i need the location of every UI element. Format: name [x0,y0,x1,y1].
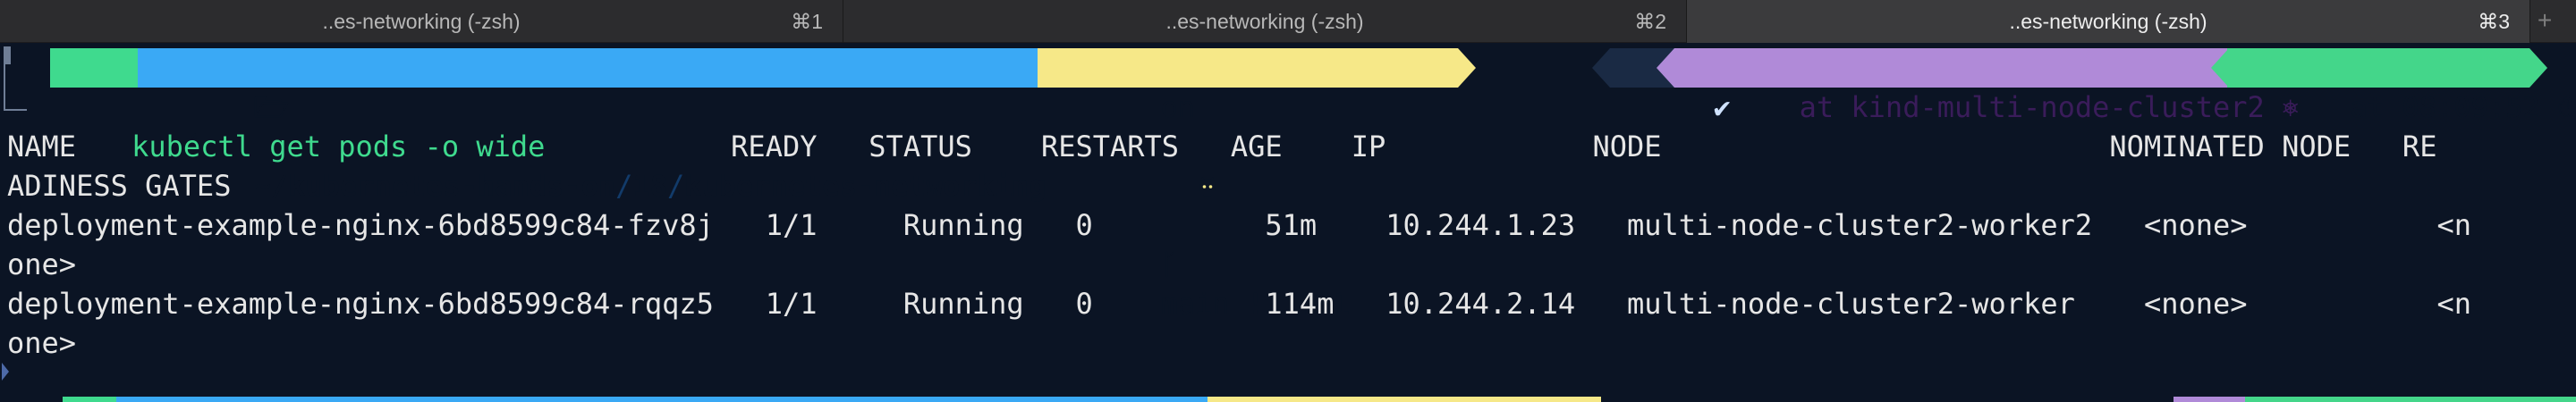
output-line: one> [7,247,77,281]
prompt-line: 🗁 ~/kubernetes-hands-on/18/kubernetes-ne… [0,48,2576,321]
segment-separator [1458,48,1476,88]
segment-separator [1657,48,1674,88]
segment-separator [1592,48,1610,88]
tab-2[interactable]: ..es-networking (-zsh) ⌘2 [843,0,1687,43]
kube-context-segment: at kind-multi-node-cluster2 ⎈ [1674,48,2299,124]
output-line: deployment-example-nginx-6bd8599c84-fzv8… [7,208,2471,242]
prompt-time: at 08:09:52 ⏱ [2350,90,2576,124]
path-home: ~/ [253,169,289,203]
apple-segment [50,48,200,156]
segment-separator [2211,48,2229,88]
tab-title: ..es-networking (-zsh) [1165,10,1364,33]
segment-separator [2529,48,2547,88]
output-line: deployment-example-nginx-6bd8599c84-rqqz… [7,287,2471,321]
tab-shortcut: ⌘1 [791,10,823,33]
tab-shortcut: ⌘3 [2478,10,2510,33]
output-line: ADINESS GATES [7,169,232,203]
git-on-label: on [1160,90,1196,124]
directory-segment: 🗁 ~/kubernetes-hands-on/18/kubernetes-ne… [138,48,1046,203]
output-line: one> [7,326,77,360]
time-segment: at 08:09:52 ⏱ [2227,48,2576,124]
path-part: 18 [632,169,667,203]
git-segment: on ᚴ main !1 ?21 [1038,48,1458,321]
terminal[interactable]: 🗁 ~/kubernetes-hands-on/18/kubernetes-ne… [0,43,2576,402]
tab-shortcut: ⌘2 [1634,10,1666,33]
path-part: kubernetes-networking [684,169,1046,203]
tab-3[interactable]: ..es-networking (-zsh) ⌘3 [1687,0,2530,43]
git-branch-icon: ᚴ [1160,247,1178,281]
output-line: NAME READY STATUS RESTARTS AGE IP NODE N… [7,130,2437,163]
path-separator: / [615,169,633,203]
status-strip [0,397,2576,402]
tab-bar: ..es-networking (-zsh) ⌘1 ..es-networkin… [0,0,2576,43]
tab-title: ..es-networking (-zsh) [2009,10,2207,33]
tab-1[interactable]: ..es-networking (-zsh) ⌘1 [0,0,843,43]
tab-title: ..es-networking (-zsh) [322,10,521,33]
new-tab-button[interactable]: + [2530,0,2559,43]
prompt-cursor-marker [2,363,9,381]
path-part: kubernetes-hands-on [288,169,616,203]
command-line: kubectl get pods -o wide [63,88,545,163]
path-separator: / [666,169,685,203]
kube-context: at kind-multi-node-cluster2 ⎈ [1799,90,2300,124]
